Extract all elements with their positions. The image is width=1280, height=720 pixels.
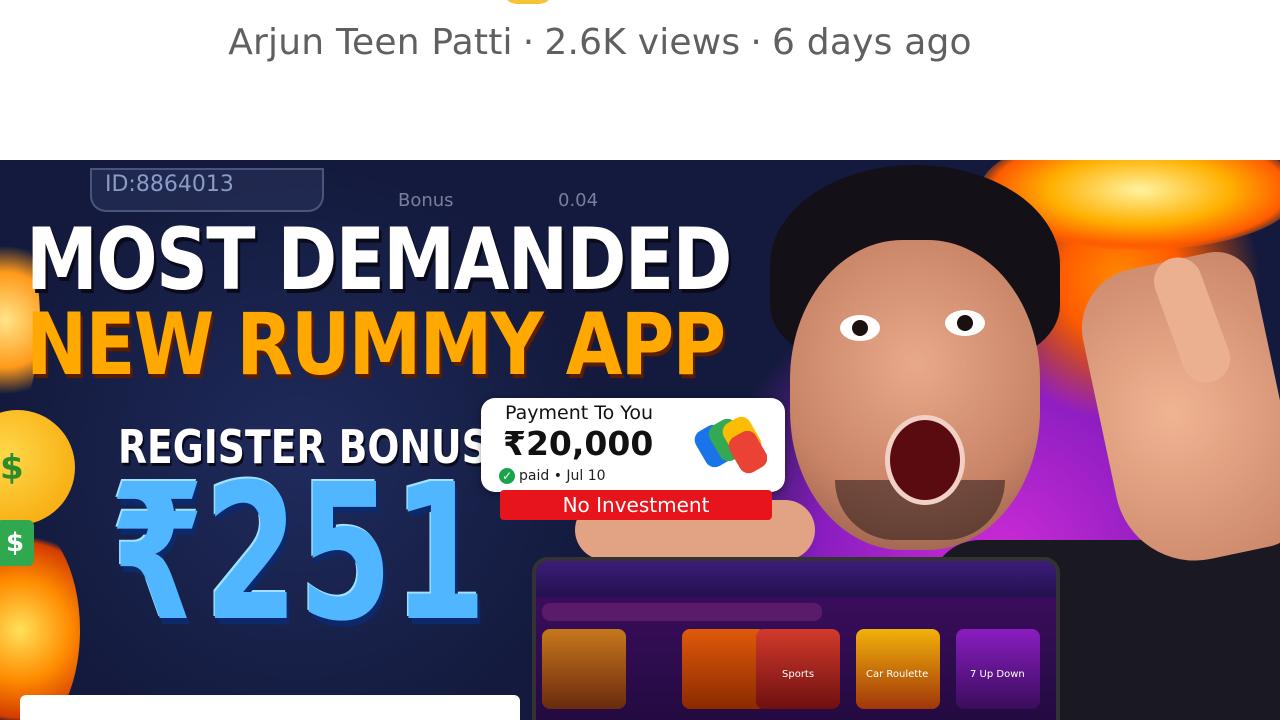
view-count: 2.6K views — [544, 22, 741, 63]
phone-mockup: Sports Car Roulette 7 Up Down — [532, 557, 1060, 720]
game-label-car: Car Roulette — [866, 669, 929, 680]
check-icon: ✓ — [499, 468, 515, 484]
meta-separator: · — [750, 22, 763, 63]
payment-card: Payment To You ₹20,000 ✓ paid • Jul 10 — [481, 398, 785, 492]
payment-title: Payment To You — [505, 402, 654, 424]
payment-status: ✓ paid • Jul 10 — [499, 468, 606, 484]
phone-tabs — [542, 603, 822, 621]
no-investment-banner: No Investment — [500, 490, 772, 520]
person-eye-right — [945, 310, 985, 336]
cash-icon: $ — [0, 520, 34, 566]
gpay-icon — [694, 416, 767, 474]
phone-topbar — [536, 561, 1056, 597]
person-eye-left — [840, 315, 880, 341]
meta-separator: · — [522, 22, 535, 63]
game-label-sports: Sports — [782, 669, 815, 680]
payment-amount: ₹20,000 — [503, 424, 654, 463]
bonus-ghost-value: 0.04 — [558, 190, 599, 211]
id-label: ID:8864013 — [105, 172, 234, 197]
money-face-icon: $ — [0, 410, 75, 525]
game-label-updown: 7 Up Down — [970, 669, 1025, 680]
video-metadata: Arjun Teen Patti · 2.6K views · 6 days ago — [0, 22, 1200, 63]
register-bonus-amount: ₹251 — [110, 444, 487, 663]
game-tile — [682, 629, 766, 709]
payment-status-text: paid • Jul 10 — [519, 468, 606, 484]
headline-new-rummy-app: NEW RUMMY APP — [26, 295, 726, 395]
game-tile — [542, 629, 626, 709]
upload-age: 6 days ago — [772, 22, 972, 63]
channel-name[interactable]: Arjun Teen Patti — [228, 22, 513, 63]
person-mouth — [885, 415, 965, 505]
emoji-fragment — [503, 0, 553, 4]
bonus-ghost-label: Bonus — [398, 190, 454, 211]
bottom-text-strip — [20, 695, 520, 720]
video-thumbnail[interactable]: ID:8864013 Bonus 0.04 MOST DEMANDED NEW … — [0, 160, 1280, 720]
